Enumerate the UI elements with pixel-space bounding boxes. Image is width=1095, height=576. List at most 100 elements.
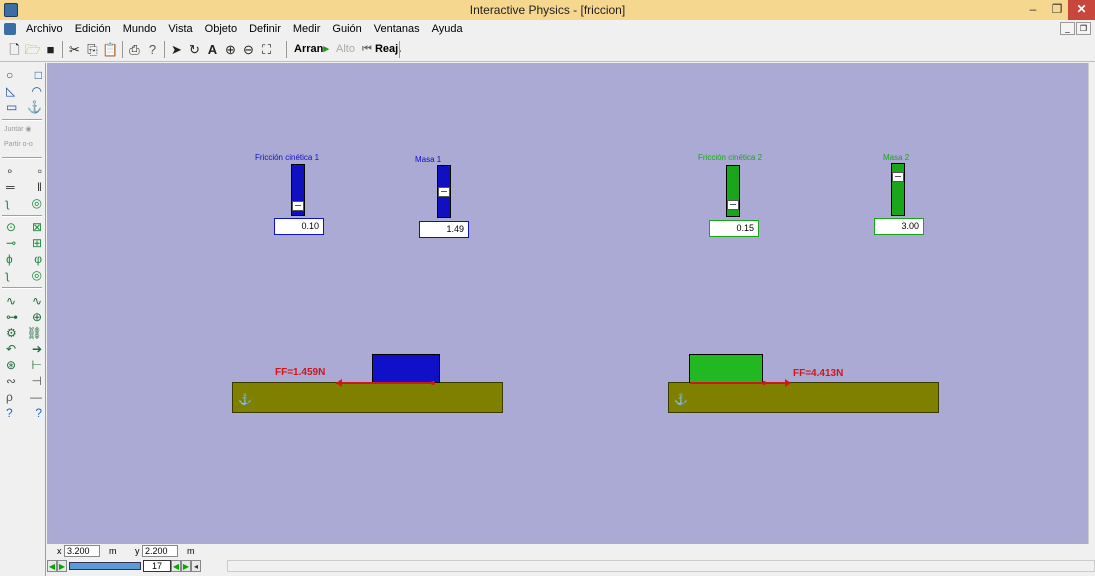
friction2-slider[interactable] — [726, 165, 740, 217]
force-tool-icon[interactable]: ➔ — [32, 341, 42, 357]
mass2-value-field[interactable]: 3.00 — [874, 218, 924, 235]
spring-joint-icon[interactable]: ⊸ — [6, 235, 16, 251]
torque-tool-icon[interactable]: ↶ — [6, 341, 16, 357]
menu-vista[interactable]: Vista — [162, 22, 198, 36]
split-button[interactable]: Partir o-o — [4, 141, 33, 148]
friction1-slider-thumb[interactable] — [292, 201, 304, 211]
copy-icon[interactable]: ⎘ — [84, 41, 101, 58]
rotation-joint-icon[interactable]: ɸ — [6, 251, 13, 267]
friction2-value-field[interactable]: 0.15 — [709, 220, 759, 237]
point-tool-icon[interactable]: ∘ — [6, 163, 14, 179]
spacer-tool-icon[interactable]: ⊣ — [32, 373, 42, 389]
scroll-left-button[interactable]: ◂ — [191, 560, 201, 572]
pulley-tool-icon[interactable]: ⛓ — [27, 325, 42, 341]
damper-joint-icon[interactable]: ◎ — [32, 267, 42, 283]
zoom-fit-icon[interactable]: ⛶ — [258, 41, 275, 58]
pointer-icon[interactable]: ➤ — [168, 41, 185, 58]
new-file-icon[interactable]: 🗋 — [6, 41, 23, 58]
motor-tool-icon[interactable]: ⊛ — [6, 357, 16, 373]
print-icon[interactable]: ⎙ — [126, 41, 143, 58]
toolbar-separator — [122, 41, 123, 58]
spring-tool-icon[interactable]: ∿ — [6, 293, 16, 309]
rope-segment-icon[interactable]: ∾ — [6, 373, 16, 389]
rope-tool-icon[interactable]: ⊶ — [6, 309, 18, 325]
vertical-scrollbar[interactable] — [1088, 63, 1095, 544]
menu-objeto[interactable]: Objeto — [199, 22, 243, 36]
text-tool-icon[interactable]: A — [204, 41, 221, 58]
tape-progress-bar[interactable] — [69, 562, 141, 570]
rope-joint-icon[interactable]: φ — [34, 251, 42, 267]
help-icon[interactable]: ? — [144, 41, 161, 58]
friction2-slider-thumb[interactable] — [727, 200, 739, 210]
rotate-icon[interactable]: ↻ — [186, 41, 203, 58]
paste-icon[interactable]: 📋 — [102, 41, 119, 58]
menu-edicion[interactable]: Edición — [69, 22, 117, 36]
menu-archivo[interactable]: Archivo — [20, 22, 69, 36]
pin-tool-icon[interactable]: ρ — [6, 389, 13, 405]
anchor-tool-icon[interactable]: ⚓ — [27, 99, 42, 115]
open-folder-icon[interactable]: 🗁 — [24, 41, 41, 58]
friction1-value-field[interactable]: 0.10 — [274, 218, 324, 235]
menu-definir[interactable]: Definir — [243, 22, 287, 36]
reset-button[interactable]: ⏮ Reaj. — [362, 41, 401, 58]
cut-icon[interactable]: ✂ — [66, 41, 83, 58]
slot-vertical-icon[interactable]: ‖ — [37, 179, 42, 195]
mass2-slider[interactable] — [891, 163, 905, 216]
rigid-joint-icon[interactable]: ⊞ — [32, 235, 42, 251]
maximize-button[interactable]: ❐ — [1046, 0, 1068, 20]
block-2[interactable] — [689, 354, 763, 383]
friction-force2-vector[interactable] — [690, 382, 786, 384]
rectangle-tool-icon[interactable]: □ — [35, 67, 42, 83]
curved-slot-icon[interactable]: ʅ — [6, 195, 9, 211]
close-button[interactable]: ✕ — [1068, 0, 1095, 20]
run-button[interactable]: Arran▸ — [294, 41, 329, 58]
stop-button[interactable]: Alto — [336, 41, 355, 58]
save-icon[interactable]: ■ — [42, 41, 59, 58]
join-button[interactable]: Juntar ◉ — [4, 125, 32, 133]
play-back-button[interactable]: ◀ — [171, 560, 181, 572]
separator-tool-icon[interactable]: ⊕ — [32, 309, 42, 325]
step-back-button[interactable]: ◀ — [47, 560, 57, 572]
simulation-canvas[interactable]: Fricción cinética 1 0.10 Masa 1 1.49 Fri… — [47, 63, 1088, 544]
gear-tool-icon[interactable]: ⚙ — [6, 325, 17, 341]
zoom-in-icon[interactable]: ⊕ — [222, 41, 239, 58]
document-icon[interactable] — [4, 23, 16, 35]
block-1[interactable] — [372, 354, 440, 383]
damper-tool-icon[interactable]: ∿ — [32, 293, 42, 309]
friction1-slider[interactable] — [291, 164, 305, 216]
square-tool-icon[interactable]: ▭ — [6, 99, 17, 115]
horizontal-scrollbar[interactable] — [227, 560, 1095, 572]
step-forward-button[interactable]: ▶ — [57, 560, 67, 572]
friction-force1-arrowhead — [334, 379, 342, 387]
line-tool-icon[interactable]: — — [30, 389, 42, 405]
menu-guion[interactable]: Guión — [326, 22, 367, 36]
mdi-restore-button[interactable]: ❐ — [1076, 22, 1091, 35]
ground-body-2[interactable]: ⚓ — [668, 382, 939, 413]
polygon-tool-icon[interactable]: ◺ — [6, 83, 15, 99]
menu-mundo[interactable]: Mundo — [117, 22, 163, 36]
help-tool-icon[interactable]: ? — [6, 405, 13, 421]
pin-joint-icon[interactable]: ◎ — [32, 195, 42, 211]
friction-force1-vector[interactable] — [336, 382, 433, 384]
square-point-tool-icon[interactable]: ▫ — [38, 163, 42, 179]
slot-horizontal-icon[interactable]: ═ — [6, 179, 15, 195]
mass2-slider-thumb[interactable] — [892, 172, 904, 182]
minimize-button[interactable]: – — [1020, 0, 1046, 20]
ground-body-1[interactable]: ⚓ — [232, 382, 503, 413]
actuator-icon[interactable]: ⊠ — [32, 219, 42, 235]
mass1-value-field[interactable]: 1.49 — [419, 221, 469, 238]
mdi-minimize-button[interactable]: _ — [1060, 22, 1075, 35]
menu-ayuda[interactable]: Ayuda — [426, 22, 469, 36]
zoom-out-icon[interactable]: ⊖ — [240, 41, 257, 58]
motor-icon[interactable]: ⊙ — [6, 219, 16, 235]
mass1-slider-thumb[interactable] — [438, 187, 450, 197]
actuator-tool-icon[interactable]: ⊢ — [32, 357, 42, 373]
circle-tool-icon[interactable]: ○ — [6, 67, 13, 83]
play-forward-button[interactable]: ▶ — [181, 560, 191, 572]
curved-body-tool-icon[interactable]: ◠ — [32, 83, 42, 99]
menu-ventanas[interactable]: Ventanas — [368, 22, 426, 36]
gear-joint-icon[interactable]: ʅ — [6, 267, 9, 283]
menu-medir[interactable]: Medir — [287, 22, 327, 36]
mass1-slider[interactable] — [437, 165, 451, 218]
context-help-icon[interactable]: ? — [35, 405, 42, 421]
